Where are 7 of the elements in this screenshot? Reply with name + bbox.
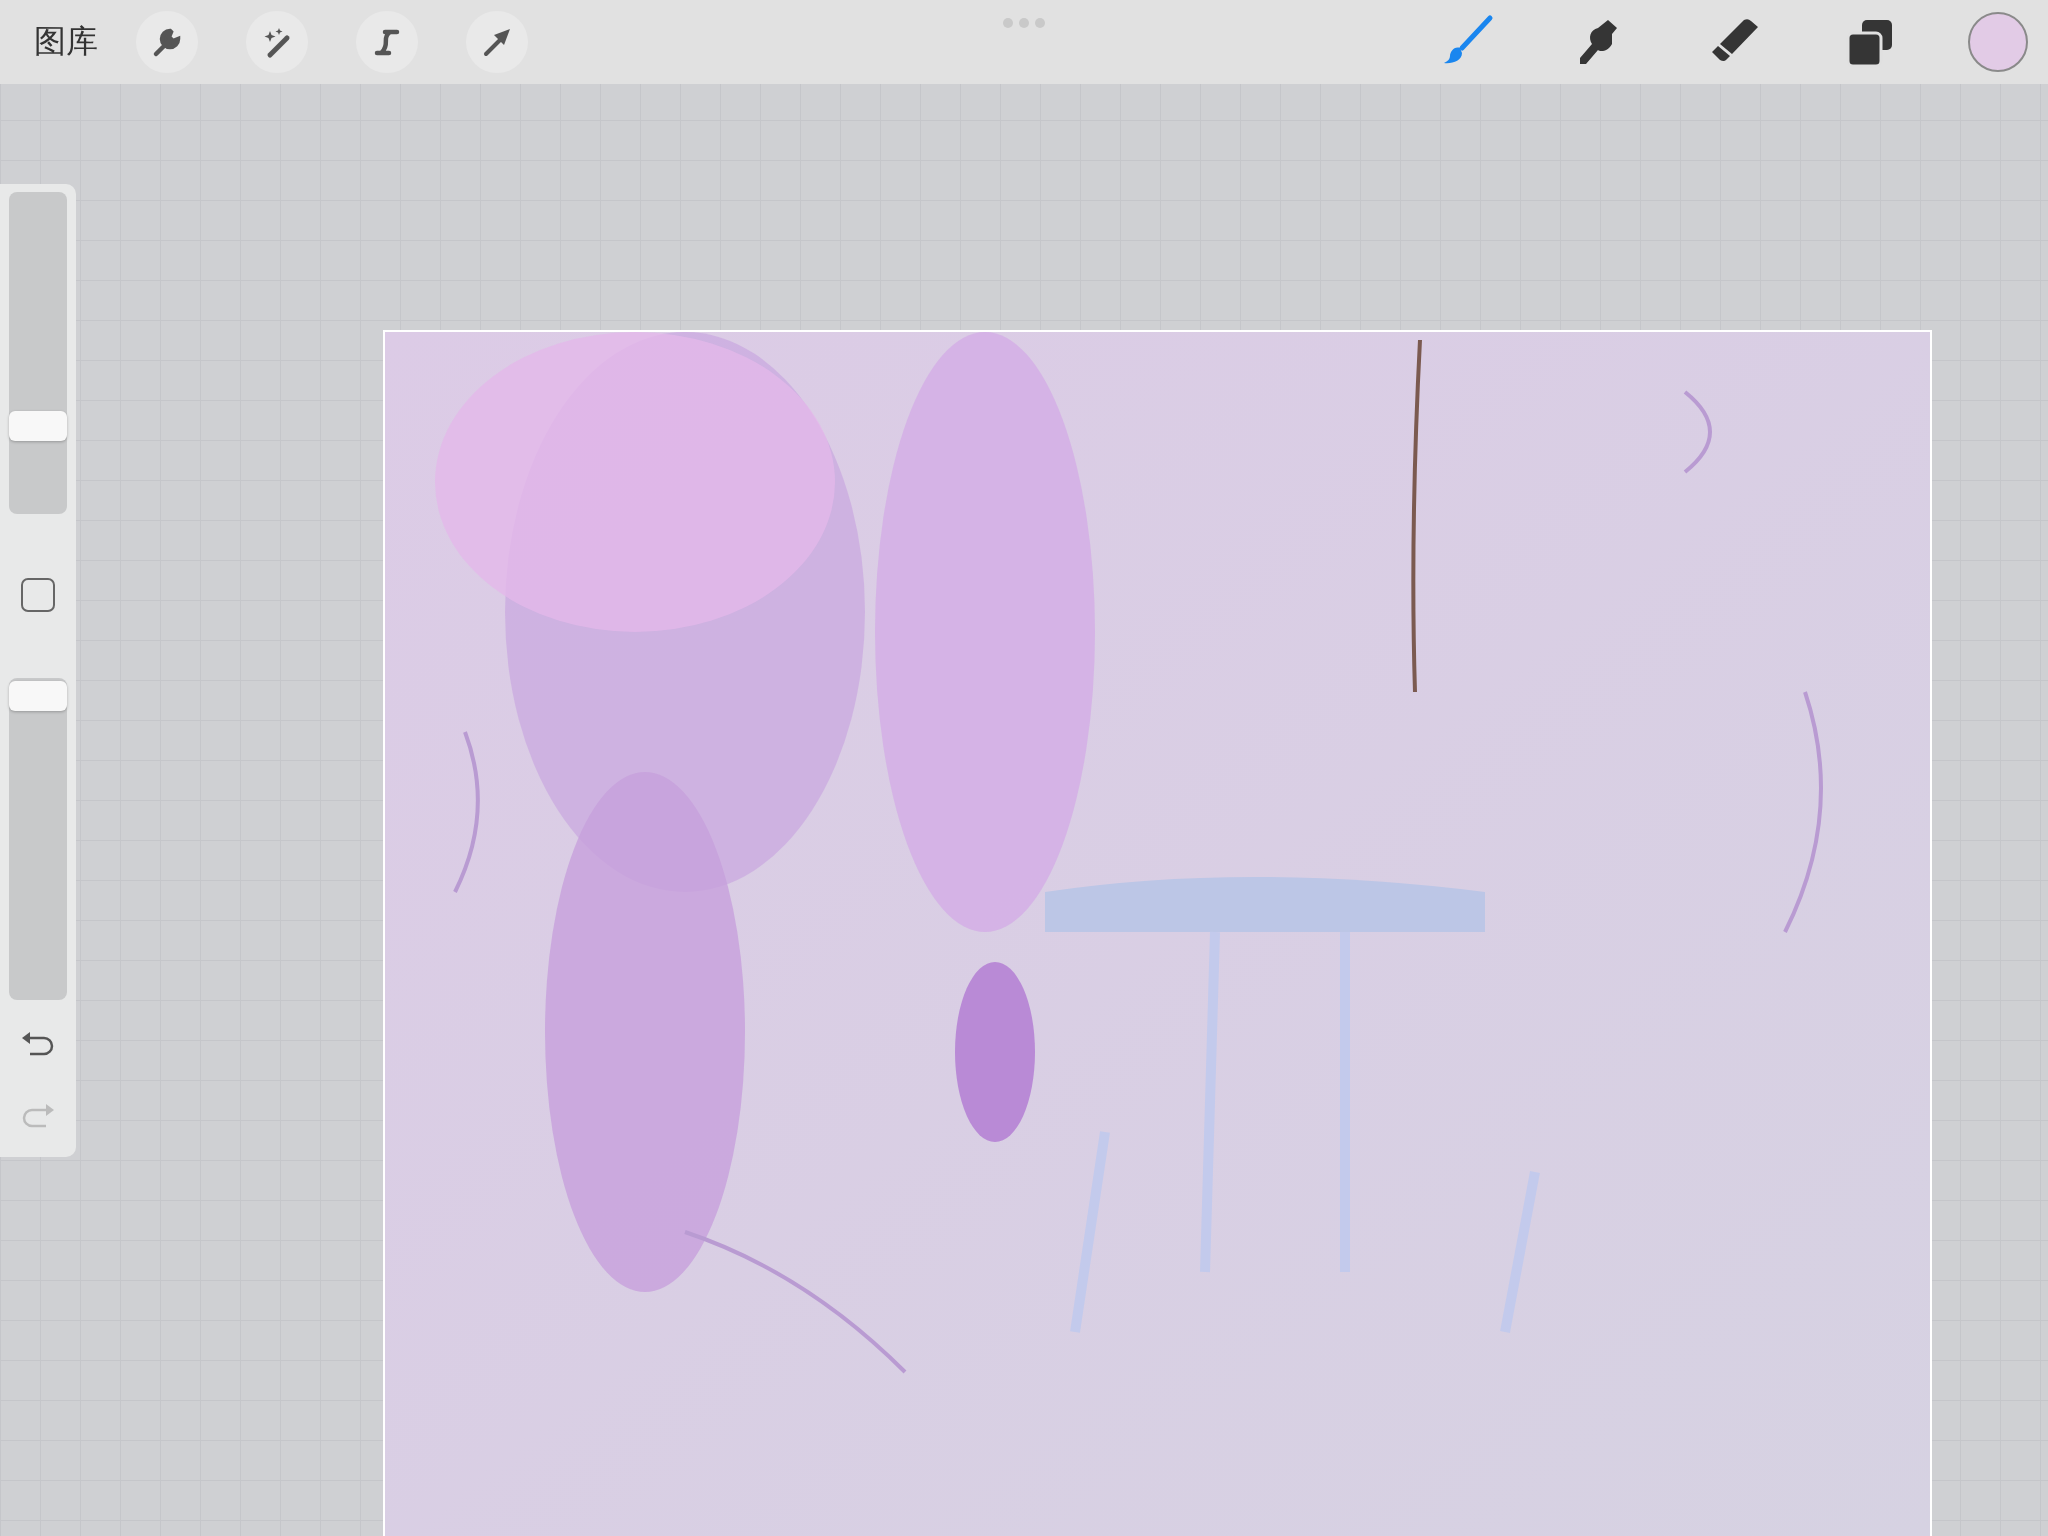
slider-thumb[interactable] bbox=[9, 411, 67, 441]
gallery-link[interactable]: 图库 bbox=[34, 20, 98, 64]
modify-button[interactable] bbox=[21, 578, 55, 612]
brush-size-slider[interactable] bbox=[9, 192, 67, 514]
slider-thumb[interactable] bbox=[9, 680, 67, 711]
opacity-slider[interactable] bbox=[9, 678, 67, 1000]
color-swatch[interactable] bbox=[1968, 12, 2028, 72]
